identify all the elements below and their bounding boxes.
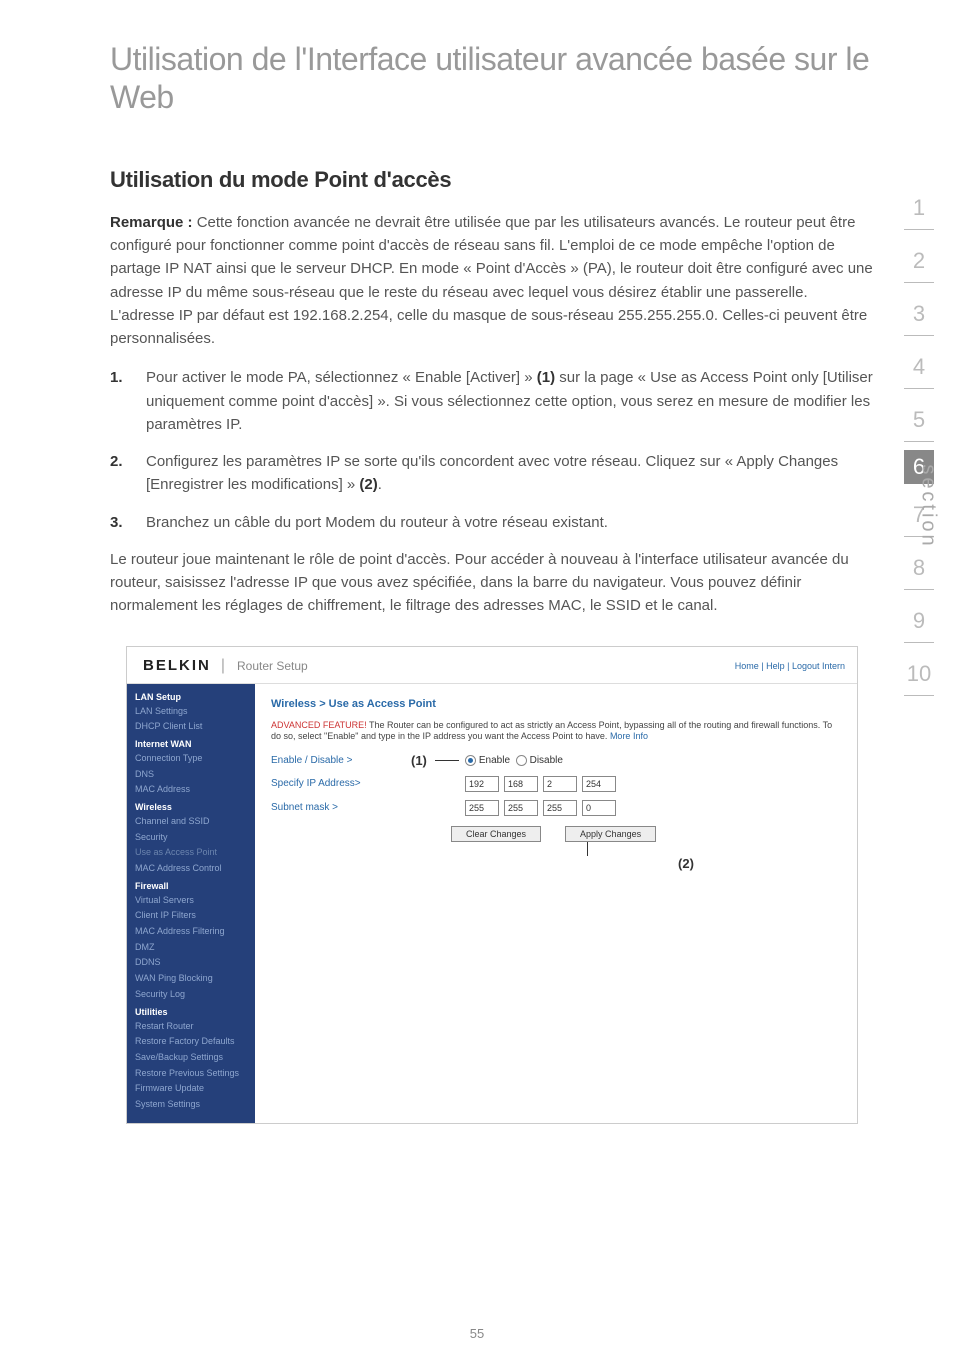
ip-field[interactable]: 192 xyxy=(465,776,499,792)
sidebar-group-title: LAN Setup xyxy=(127,688,255,704)
sidebar-item-channel-ssid[interactable]: Channel and SSID xyxy=(127,814,255,830)
closing-paragraph: Le routeur joue maintenant le rôle de po… xyxy=(110,548,874,618)
router-sidebar: LAN Setup LAN Settings DHCP Client List … xyxy=(127,684,255,1123)
sidebar-group-title: Wireless xyxy=(127,798,255,814)
sidebar-item-ddns[interactable]: DDNS xyxy=(127,955,255,971)
step-text: Branchez un câble du port Modem du route… xyxy=(146,514,608,531)
section-label: section xyxy=(916,464,939,548)
sidebar-item-restore-previous-settings[interactable]: Restore Previous Settings xyxy=(127,1066,255,1082)
steps-list: 1. Pour activer le mode PA, sélectionnez… xyxy=(110,366,874,534)
enable-disable-label: Enable / Disable > xyxy=(271,755,431,766)
note-paragraph: Remarque : Cette fonction avancée ne dev… xyxy=(110,211,874,351)
section-nav-item[interactable]: 10 xyxy=(904,651,934,696)
step-text: Configurez les paramètres IP se sorte qu… xyxy=(146,453,838,493)
mask-field[interactable]: 255 xyxy=(504,800,538,816)
router-screenshot: BELKIN | Router Setup Home | Help | Logo… xyxy=(126,646,858,1124)
sidebar-item-mac-address-control[interactable]: MAC Address Control xyxy=(127,861,255,877)
sidebar-item-mac-address[interactable]: MAC Address xyxy=(127,782,255,798)
sidebar-item-lan-settings[interactable]: LAN Settings xyxy=(127,704,255,720)
sidebar-item-client-ip-filters[interactable]: Client IP Filters xyxy=(127,908,255,924)
radio-disable-label: Disable xyxy=(530,755,563,766)
section-heading: Utilisation du mode Point d'accès xyxy=(110,167,874,193)
sidebar-item-dmz[interactable]: DMZ xyxy=(127,940,255,956)
sidebar-item-mac-address-filtering[interactable]: MAC Address Filtering xyxy=(127,924,255,940)
callout-1: (1) xyxy=(411,753,427,768)
ip-field[interactable]: 2 xyxy=(543,776,577,792)
more-info-link[interactable]: More Info xyxy=(610,731,648,741)
radio-enable[interactable] xyxy=(465,755,476,766)
callout-2: (2) xyxy=(531,856,841,871)
section-nav-item[interactable]: 2 xyxy=(904,238,934,283)
step-number: 3. xyxy=(110,511,146,534)
section-nav-item[interactable]: 3 xyxy=(904,291,934,336)
note-lead: Remarque : xyxy=(110,214,193,231)
subnet-mask-label: Subnet mask > xyxy=(271,802,431,813)
step-text: Pour activer le mode PA, sélectionnez « … xyxy=(146,369,537,386)
page-title: Utilisation de l'Interface utilisateur a… xyxy=(110,40,874,117)
sidebar-group-title: Firewall xyxy=(127,877,255,893)
mask-field[interactable]: 255 xyxy=(543,800,577,816)
sidebar-item-restore-factory-defaults[interactable]: Restore Factory Defaults xyxy=(127,1034,255,1050)
brand-logo: BELKIN xyxy=(143,657,211,674)
sidebar-item-dhcp-client-list[interactable]: DHCP Client List xyxy=(127,719,255,735)
breadcrumb: Wireless > Use as Access Point xyxy=(271,698,841,710)
sidebar-item-restart-router[interactable]: Restart Router xyxy=(127,1019,255,1035)
sidebar-item-firmware-update[interactable]: Firmware Update xyxy=(127,1081,255,1097)
ip-field[interactable]: 168 xyxy=(504,776,538,792)
step-number: 1. xyxy=(110,366,146,436)
list-item: 1. Pour activer le mode PA, sélectionnez… xyxy=(110,366,874,436)
list-item: 3. Branchez un câble du port Modem du ro… xyxy=(110,511,874,534)
sidebar-group-title: Internet WAN xyxy=(127,735,255,751)
section-nav-item[interactable]: 1 xyxy=(904,185,934,230)
callout-line xyxy=(435,760,459,761)
step-text: . xyxy=(378,476,382,493)
step-number: 2. xyxy=(110,450,146,497)
sidebar-item-wan-ping-blocking[interactable]: WAN Ping Blocking xyxy=(127,971,255,987)
radio-disable[interactable] xyxy=(516,755,527,766)
step-ref: (1) xyxy=(537,369,555,386)
list-item: 2. Configurez les paramètres IP se sorte… xyxy=(110,450,874,497)
sidebar-item-use-as-access-point[interactable]: Use as Access Point xyxy=(127,845,255,861)
section-nav-item[interactable]: 9 xyxy=(904,598,934,643)
section-nav: 1 2 3 4 5 6 7 8 9 10 section xyxy=(890,185,948,704)
sidebar-item-security-log[interactable]: Security Log xyxy=(127,987,255,1003)
sidebar-item-save-backup-settings[interactable]: Save/Backup Settings xyxy=(127,1050,255,1066)
specify-ip-label: Specify IP Address> xyxy=(271,778,431,789)
mask-field[interactable]: 255 xyxy=(465,800,499,816)
apply-changes-button[interactable]: Apply Changes xyxy=(565,826,656,842)
advanced-feature-text: ADVANCED FEATURE! The Router can be conf… xyxy=(271,720,841,743)
note-body: Cette fonction avancée ne devrait être u… xyxy=(110,214,873,347)
top-links[interactable]: Home | Help | Logout Intern xyxy=(735,661,845,671)
sidebar-item-system-settings[interactable]: System Settings xyxy=(127,1097,255,1113)
router-setup-label: Router Setup xyxy=(237,659,735,673)
advanced-lead: ADVANCED FEATURE! xyxy=(271,720,367,730)
radio-enable-label: Enable xyxy=(479,755,510,766)
divider: | xyxy=(221,657,225,675)
sidebar-item-virtual-servers[interactable]: Virtual Servers xyxy=(127,893,255,909)
sidebar-group-title: Utilities xyxy=(127,1003,255,1019)
sidebar-item-dns[interactable]: DNS xyxy=(127,767,255,783)
clear-changes-button[interactable]: Clear Changes xyxy=(451,826,541,842)
section-nav-item[interactable]: 4 xyxy=(904,344,934,389)
section-nav-item[interactable]: 8 xyxy=(904,545,934,590)
sidebar-item-security[interactable]: Security xyxy=(127,830,255,846)
router-main: Wireless > Use as Access Point ADVANCED … xyxy=(255,684,857,1123)
ip-field[interactable]: 254 xyxy=(582,776,616,792)
step-ref: (2) xyxy=(359,476,377,493)
mask-field[interactable]: 0 xyxy=(582,800,616,816)
page-number: 55 xyxy=(0,1326,954,1341)
section-nav-item[interactable]: 5 xyxy=(904,397,934,442)
sidebar-item-connection-type[interactable]: Connection Type xyxy=(127,751,255,767)
